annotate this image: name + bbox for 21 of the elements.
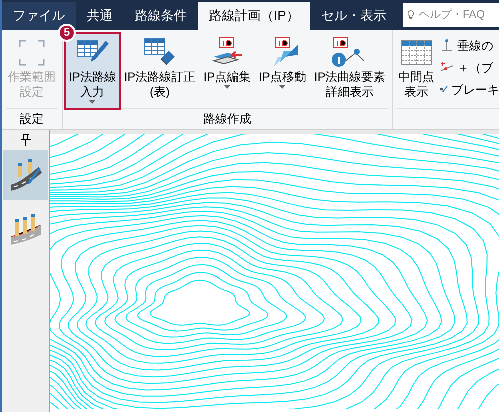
lightbulb-icon: [407, 8, 415, 22]
ribbon-small-button[interactable]: ブレーキ: [440, 80, 499, 100]
ribbon-small-button[interactable]: ＋（ブ: [440, 58, 499, 78]
ribbon-button[interactable]: IP法路線訂正 (表): [121, 34, 199, 108]
ribbon-button[interactable]: IP点移動: [256, 34, 310, 108]
ribbon-tab[interactable]: セル・表示: [310, 2, 398, 30]
dashed-frame-icon: [18, 39, 46, 67]
ribbon-tab[interactable]: 路線計画（IP）: [198, 2, 310, 30]
ribbon-button[interactable]: 中間点 表示: [396, 34, 438, 108]
perpendicular-icon: [440, 39, 454, 53]
ribbon-button[interactable]: IP法曲線要素 詳細表示: [311, 34, 389, 108]
grid-icon: [400, 39, 433, 67]
ribbon-tab[interactable]: 共通: [76, 2, 124, 30]
group-label: 設定: [20, 111, 44, 128]
ribbon-button[interactable]: IP点編集: [200, 34, 254, 108]
ribbon-small-button[interactable]: 垂線の: [440, 36, 499, 56]
pin-icon: [20, 134, 32, 146]
ribbon-tab[interactable]: 路線条件: [124, 2, 198, 30]
search-field[interactable]: ヘルプ・FAQ: [403, 3, 499, 27]
sidebar-tool[interactable]: [3, 150, 48, 200]
group-label: 路線作成: [203, 111, 252, 128]
